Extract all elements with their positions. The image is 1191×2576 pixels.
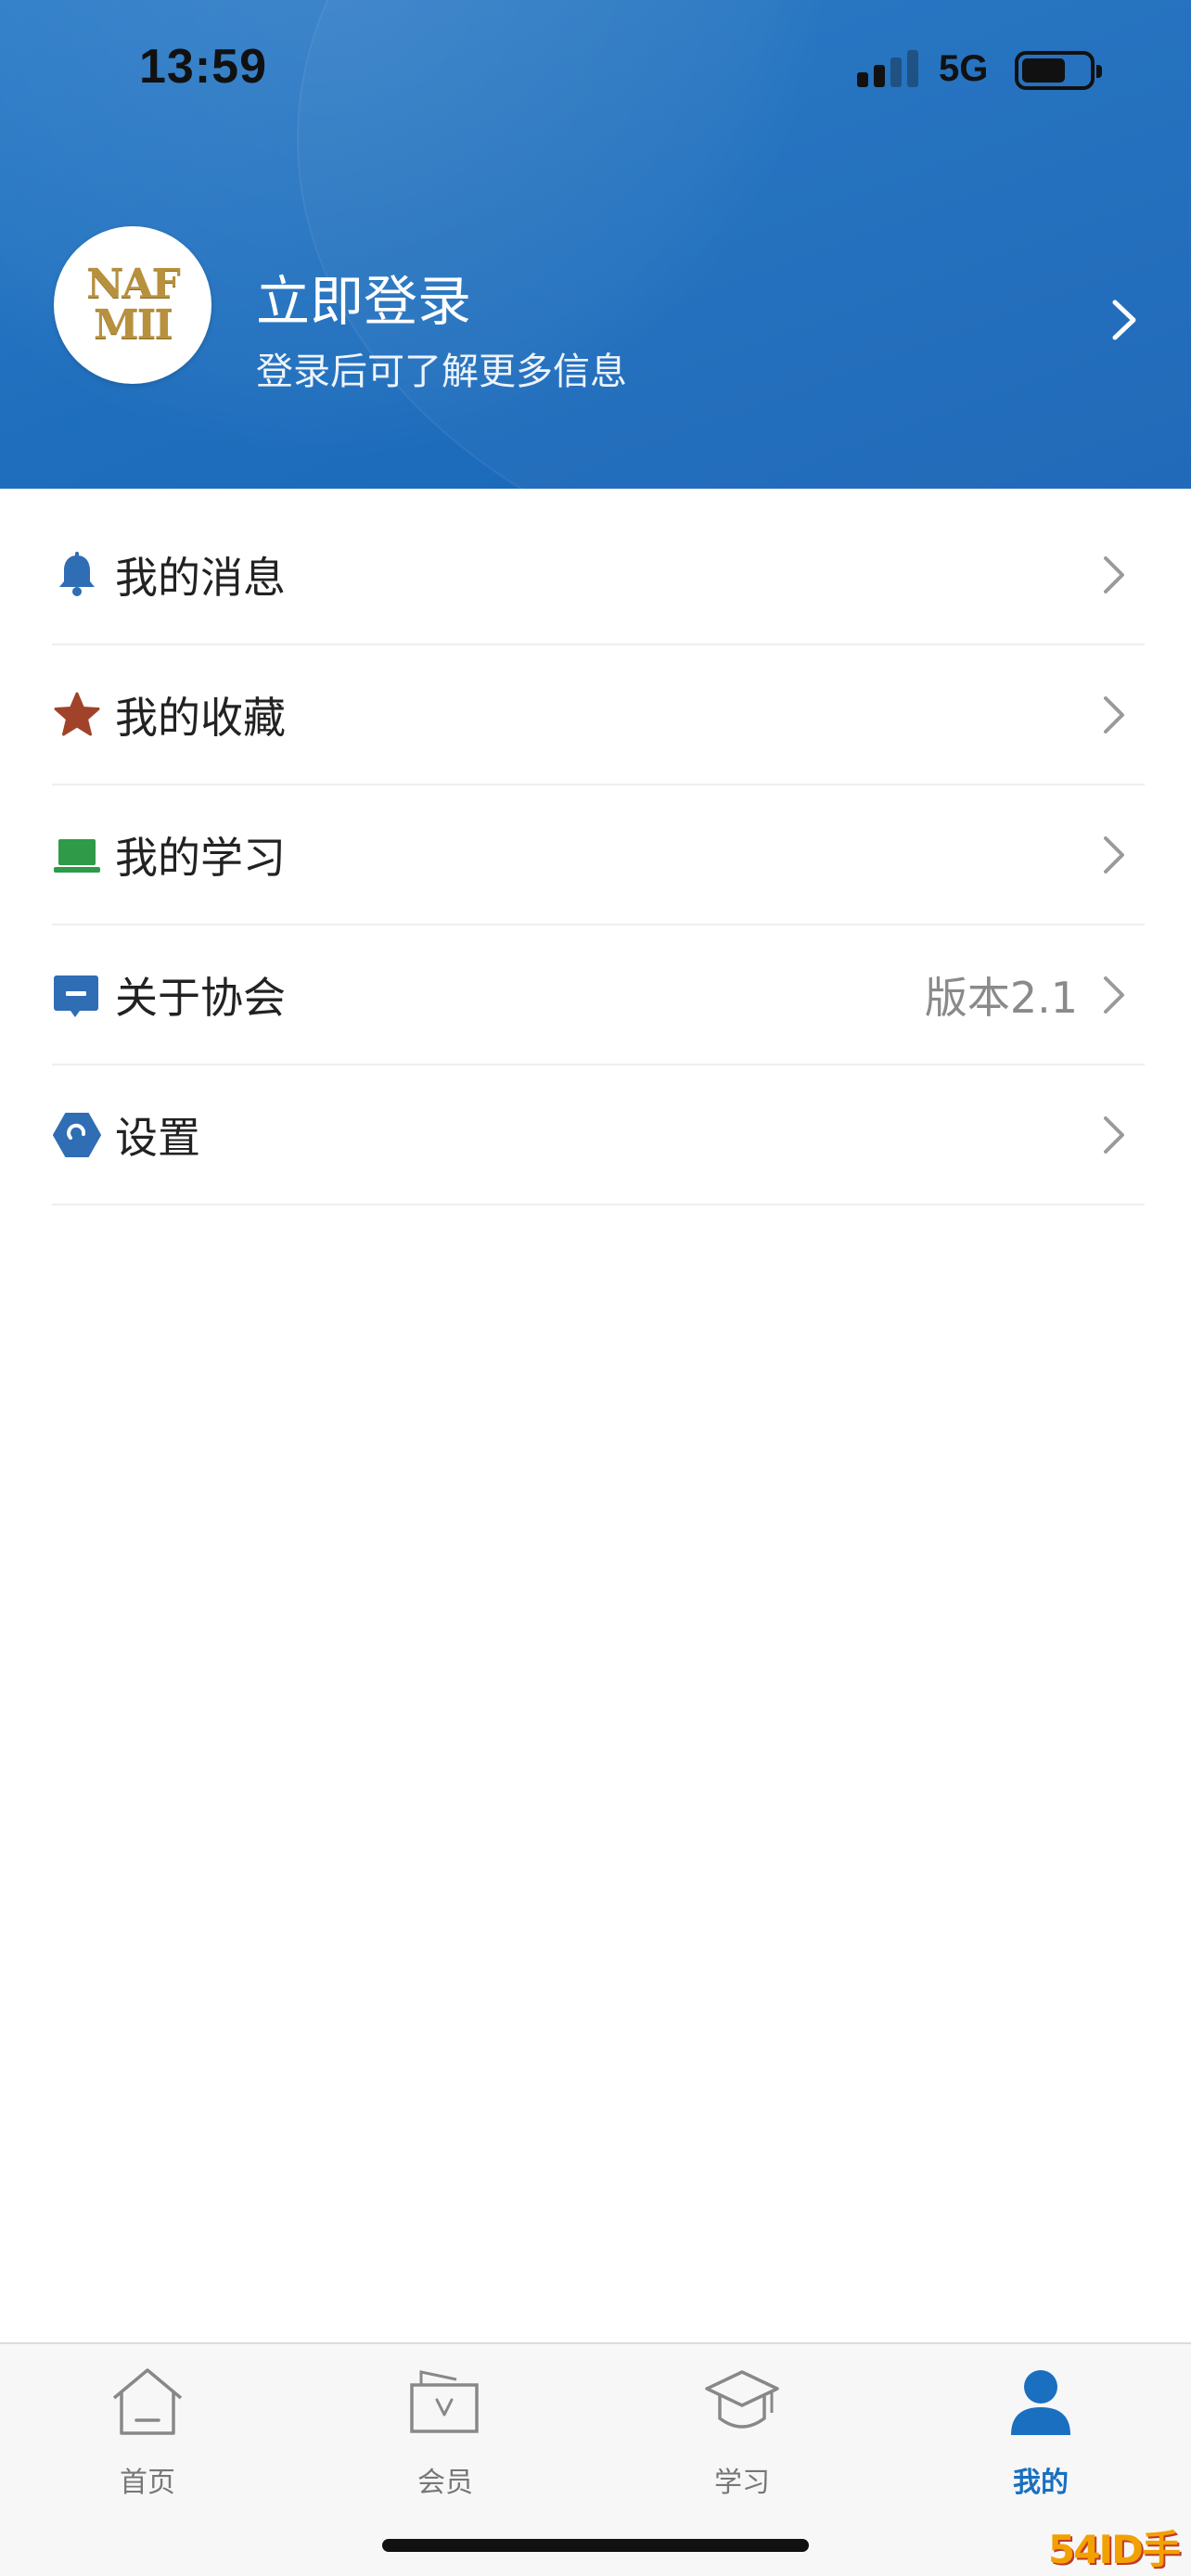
info-card-icon: [54, 975, 98, 1017]
chevron-right-icon[interactable]: [1109, 297, 1139, 343]
tab-label: 学习: [714, 2467, 770, 2499]
menu-item-label: 我的学习: [115, 832, 286, 883]
graduation-cap-icon: [705, 2370, 779, 2429]
tab-label: 我的: [1013, 2467, 1069, 2499]
bell-icon: [59, 551, 95, 596]
network-type: 5G: [939, 48, 989, 89]
menu-item-label: 设置: [115, 1112, 200, 1163]
tab-learning[interactable]: 学习: [649, 2366, 835, 2506]
home-indicator: [382, 2539, 809, 2552]
login-subtitle: 登录后可了解更多信息: [256, 351, 627, 393]
chevron-right-icon: [1104, 835, 1124, 874]
menu-item-messages[interactable]: 我的消息: [52, 505, 1145, 645]
person-icon: [1011, 2370, 1070, 2435]
menu-list: 我的消息 我的收藏 我的学习 关于协会 版本2.1 设置: [0, 505, 1191, 1205]
menu-item-favorites[interactable]: 我的收藏: [52, 645, 1145, 785]
settings-hexagon-icon: [53, 1112, 101, 1157]
tab-member[interactable]: 会员: [352, 2366, 538, 2506]
chevron-right-icon: [1104, 695, 1124, 733]
tab-home[interactable]: 首页: [55, 2366, 240, 2506]
laptop-icon: [54, 838, 100, 873]
home-icon: [112, 2368, 183, 2435]
chevron-right-icon: [1104, 555, 1124, 593]
chevron-right-icon: [1104, 1116, 1124, 1154]
menu-item-label: 我的收藏: [115, 692, 286, 743]
menu-item-learning[interactable]: 我的学习: [52, 785, 1145, 925]
menu-item-settings[interactable]: 设置: [52, 1065, 1145, 1205]
tab-label: 首页: [120, 2467, 175, 2499]
version-value: 版本2.1: [924, 972, 1078, 1023]
watermark-logo: 54ID手游网: [1048, 2527, 1181, 2572]
status-time: 13:59: [139, 40, 267, 94]
cellular-signal-icon: [857, 48, 922, 87]
tab-label: 会员: [417, 2467, 473, 2499]
login-title[interactable]: 立即登录: [256, 258, 471, 336]
menu-item-label: 关于协会: [115, 972, 286, 1023]
profile-header: 13:59 5G NAF MII 立即登录 登录后可了解更多信息: [0, 0, 1191, 489]
menu-item-label: 我的消息: [115, 552, 286, 603]
association-logo: NAF MII: [86, 261, 181, 349]
chevron-right-icon: [1104, 976, 1124, 1014]
menu-item-about[interactable]: 关于协会 版本2.1: [52, 925, 1145, 1065]
avatar[interactable]: NAF MII: [54, 226, 211, 384]
tab-mine[interactable]: 我的: [948, 2366, 1133, 2506]
battery-icon: [1015, 51, 1102, 90]
member-card-icon: [410, 2370, 479, 2433]
star-icon: [54, 692, 100, 735]
